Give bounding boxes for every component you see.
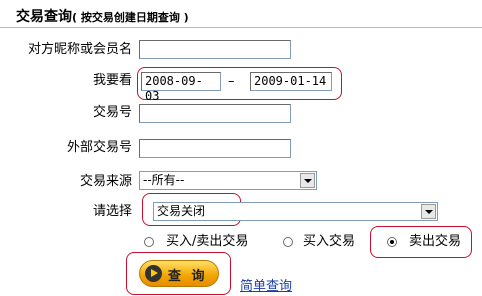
divider <box>0 27 482 28</box>
simple-search-link[interactable]: 简单查询 <box>240 275 292 294</box>
search-button[interactable]: 查 询 <box>139 260 219 287</box>
period-label: 我要看 <box>92 73 132 88</box>
status-select[interactable]: 交易关闭 <box>153 202 438 221</box>
page-title: 交易查询( 按交易创建日期查询 ) <box>16 6 189 26</box>
radio-sell-label[interactable]: 卖出交易 <box>409 234 461 250</box>
trade-no-input[interactable] <box>139 104 291 123</box>
radio-buy-label[interactable]: 买入交易 <box>303 234 355 250</box>
end-date-input[interactable]: 2009-01-14 <box>250 72 332 91</box>
source-select[interactable]: --所有-- <box>139 171 317 190</box>
start-date-input[interactable]: 2008-09-03 <box>141 72 221 103</box>
status-select-value: 交易关闭 <box>157 204 206 218</box>
status-label: 请选择 <box>92 204 132 219</box>
external-trade-no-input[interactable] <box>139 139 291 158</box>
counterparty-label: 对方昵称或会员名 <box>27 42 132 57</box>
counterparty-input[interactable] <box>139 40 291 59</box>
page-subtitle: ( 按交易创建日期查询 ) <box>72 11 189 24</box>
chevron-down-icon[interactable] <box>421 204 436 219</box>
source-label: 交易来源 <box>79 174 132 189</box>
radio-buy[interactable] <box>283 237 293 247</box>
radio-buy-sell-label[interactable]: 买入/卖出交易 <box>166 234 248 250</box>
radio-buy-sell[interactable] <box>144 237 154 247</box>
radio-sell[interactable] <box>387 237 397 247</box>
page-title-text: 交易查询 <box>16 9 72 25</box>
chevron-down-icon[interactable] <box>300 173 315 188</box>
play-icon <box>145 265 162 282</box>
external-trade-no-label: 外部交易号 <box>66 140 132 155</box>
trade-no-label: 交易号 <box>92 105 132 120</box>
source-select-value: --所有-- <box>143 173 185 187</box>
search-button-label: 查 询 <box>168 269 208 284</box>
date-separator: – <box>228 74 235 89</box>
